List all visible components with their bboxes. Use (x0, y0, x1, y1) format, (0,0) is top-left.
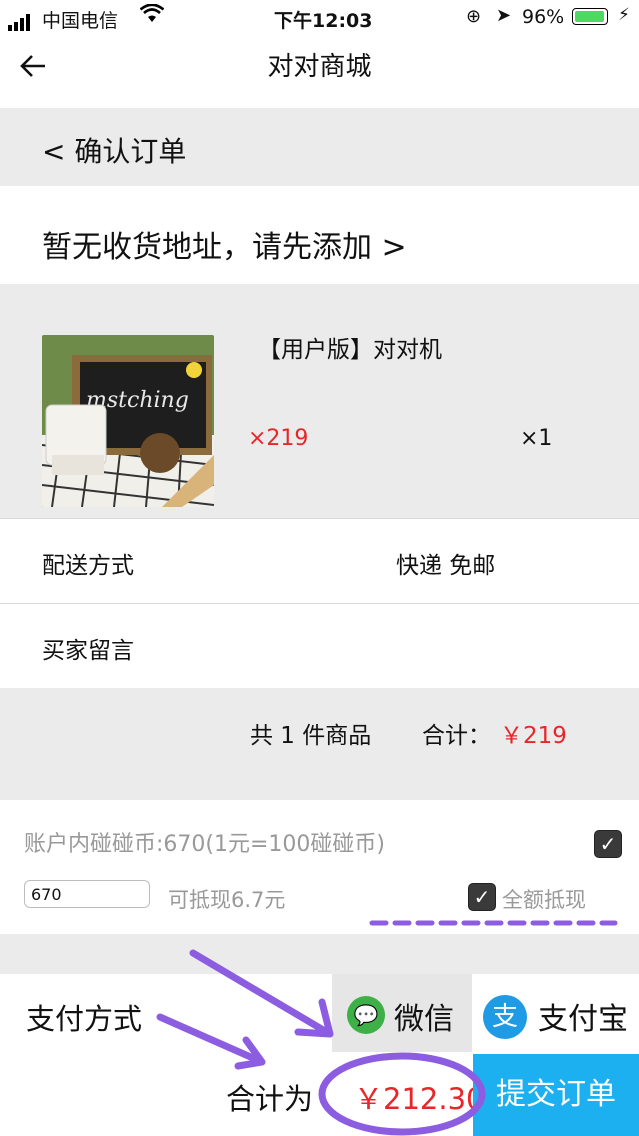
order-summary: 共 1 件商品 合计： ￥219 (0, 688, 639, 800)
full-deduct-label: 全额抵现 (502, 888, 586, 912)
orientation-lock-icon: ⊕ (466, 6, 482, 27)
address-row[interactable]: 暂无收货地址，请先添加 > (0, 186, 639, 284)
coin-balance-info: 账户内碰碰币:670(1元=100碰碰币) (24, 832, 385, 857)
checkout-bar: 合计为 ￥212.30 提交订单 (0, 1054, 639, 1136)
summary-total-value: ￥219 (500, 723, 567, 749)
product-quantity: ×1 (520, 426, 553, 451)
wechat-pay-label: 微信 (394, 1002, 454, 1037)
coin-use-checkbox[interactable]: ✓ (594, 830, 622, 858)
battery-percent: 96% (522, 6, 565, 28)
buyer-message-row[interactable]: 买家留言 (0, 603, 639, 688)
delivery-row[interactable]: 配送方式 快递 免邮 (0, 518, 639, 603)
signal-icon (8, 9, 32, 31)
item-count: 共 1 件商品 (250, 723, 372, 749)
confirm-order-title: < 确认订单 (42, 135, 187, 168)
wifi-icon (139, 3, 165, 30)
nav-bar: 对对商城 (0, 36, 639, 108)
wechat-icon: 💬 (347, 996, 385, 1034)
full-deduct-checkbox[interactable]: ✓ (468, 883, 496, 911)
payment-method-label: 支付方式 (26, 1002, 143, 1036)
coin-amount-input[interactable] (24, 880, 150, 908)
alipay-option[interactable]: 支 支付宝 (474, 974, 639, 1052)
wechat-pay-option[interactable]: 💬 微信 (332, 974, 472, 1052)
location-icon: ➤ (496, 5, 512, 26)
coin-deduct-amount: 可抵现6.7元 (168, 888, 286, 912)
payment-method-row: 支付方式 💬 微信 支 支付宝 (0, 974, 639, 1054)
address-prompt: 暂无收货地址，请先添加 > (42, 230, 407, 265)
carrier-label: 中国电信 (42, 10, 119, 32)
clock: 下午12:03 (274, 10, 373, 32)
status-bar: 中国电信 下午12:03 ⊕ ➤ 96% ⚡ (0, 0, 639, 36)
submit-order-button[interactable]: 提交订单 (473, 1054, 639, 1136)
section-divider (0, 934, 639, 974)
page-title: 对对商城 (267, 52, 372, 82)
product-price: ×219 (248, 426, 309, 451)
grand-total-label: 合计为 (226, 1082, 314, 1116)
grand-total-value: ￥212.30 (354, 1082, 485, 1116)
summary-total-label: 合计： (422, 723, 491, 749)
delivery-label: 配送方式 (42, 553, 134, 579)
battery-fill (575, 11, 604, 22)
confirm-order-bar[interactable]: < 确认订单 (0, 108, 639, 186)
battery-icon (572, 8, 608, 25)
product-name: 【用户版】对对机 (258, 337, 442, 363)
product-card: mstching 【用户版】对对机 ×219 ×1 (0, 284, 639, 518)
delivery-value: 快递 免邮 (396, 553, 496, 579)
coin-section: 账户内碰碰币:670(1元=100碰碰币) ✓ 可抵现6.7元 ✓ 全额抵现 (0, 800, 639, 934)
alipay-label: 支付宝 (538, 1002, 628, 1037)
product-image: mstching (42, 335, 214, 507)
charging-icon: ⚡ (618, 5, 630, 25)
alipay-icon: 支 (483, 995, 527, 1039)
buyer-message-label: 买家留言 (42, 638, 134, 664)
